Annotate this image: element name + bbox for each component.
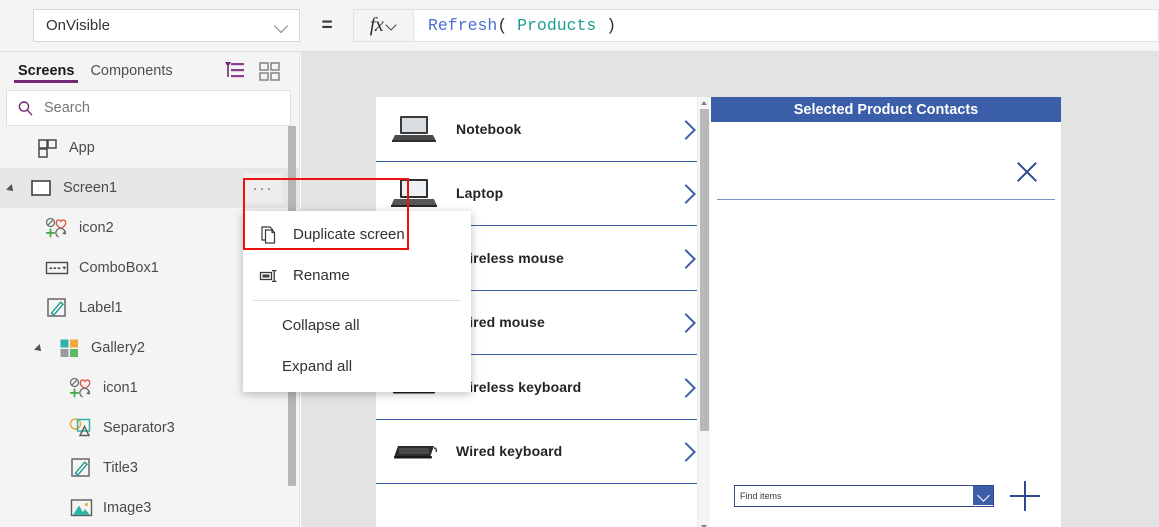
- menu-item-expand-all[interactable]: Expand all: [243, 346, 471, 387]
- chevron-down-icon: [386, 20, 397, 31]
- chevron-right-icon[interactable]: [678, 121, 694, 137]
- twisty-placeholder: [20, 141, 34, 155]
- tree-item-label: Separator3: [103, 420, 175, 436]
- keyboard-photo: [388, 431, 440, 471]
- tree-item-label: Title3: [103, 460, 138, 476]
- rename-icon: [259, 266, 279, 286]
- tab-components-label: Components: [90, 63, 173, 79]
- shapes-icon: [68, 417, 94, 439]
- form-body: Find items: [711, 122, 1061, 527]
- screen-context-menu-button[interactable]: ···: [244, 173, 282, 203]
- gallery-item-title: Wired keyboard: [456, 443, 563, 460]
- form-divider: [717, 199, 1055, 200]
- twisty-expanded-icon[interactable]: [6, 181, 20, 195]
- form-title: Selected Product Contacts: [793, 101, 979, 118]
- combobox-icon: [44, 257, 70, 279]
- gallery-item[interactable]: Wired keyboard: [376, 419, 710, 484]
- tab-screens[interactable]: Screens: [10, 52, 82, 90]
- scroll-up-arrow-icon[interactable]: [701, 100, 708, 107]
- find-items-placeholder: Find items: [740, 491, 782, 501]
- image-icon: [68, 497, 94, 519]
- chevron-right-icon[interactable]: [678, 379, 694, 395]
- menu-item-label: Collapse all: [282, 317, 360, 334]
- menu-item-label: Rename: [293, 267, 350, 284]
- tree-item-label: icon2: [79, 220, 114, 236]
- formula-token-function: Refresh: [428, 16, 498, 35]
- gallery-item-title: Wireless keyboard: [456, 378, 582, 395]
- tree-item-label: ComboBox1: [79, 260, 159, 276]
- formula-token-punct-close: ): [596, 16, 617, 35]
- search-icon: [18, 100, 33, 116]
- tree-item-label: Gallery2: [91, 340, 145, 356]
- search-box[interactable]: [6, 90, 291, 126]
- laptop-photo: [388, 109, 440, 149]
- formula-token-punct-open: (: [497, 16, 518, 35]
- formula-input[interactable]: Refresh( Products ): [413, 9, 1159, 42]
- tree-item-label: Label1: [79, 300, 123, 316]
- app-screen-surface: Notebook Laptop Wireless mouse Wired mou…: [376, 97, 1061, 527]
- tree-view-icon[interactable]: [221, 57, 249, 85]
- tree-item-title3[interactable]: Title3: [0, 448, 299, 488]
- equals-sign: =: [321, 14, 333, 36]
- property-dropdown-value: OnVisible: [46, 17, 110, 34]
- menu-item-label: Duplicate screen: [293, 226, 405, 243]
- icons-icon: [44, 217, 70, 239]
- find-items-combobox[interactable]: Find items: [734, 485, 994, 507]
- duplicate-icon: [259, 225, 279, 245]
- chevron-right-icon[interactable]: [678, 443, 694, 459]
- power-apps-studio: OnVisible = fx Refresh( Products ) Scree…: [0, 0, 1159, 527]
- tree-item-label: icon1: [103, 380, 138, 396]
- icons-icon: [68, 377, 94, 399]
- fx-label: fx: [369, 14, 384, 36]
- gallery-item-title: Notebook: [456, 120, 522, 137]
- label-icon: [68, 457, 94, 479]
- tree-item-label: Image3: [103, 500, 152, 516]
- menu-item-label: Expand all: [282, 358, 353, 375]
- chevron-right-icon[interactable]: [678, 185, 694, 201]
- tree-item-separator3[interactable]: Separator3: [0, 408, 299, 448]
- label-icon: [44, 297, 70, 319]
- app-icon: [34, 137, 60, 159]
- form-control: Selected Product Contacts Find items: [711, 97, 1061, 527]
- property-dropdown[interactable]: OnVisible: [33, 9, 300, 42]
- twisty-expanded-icon[interactable]: [34, 341, 48, 355]
- plus-icon[interactable]: [1010, 481, 1040, 511]
- gallery-icon: [56, 337, 82, 359]
- sidebar-tabs: Screens Components: [0, 52, 299, 90]
- fx-button[interactable]: fx: [353, 9, 413, 42]
- tree-item-label: Screen1: [63, 180, 118, 196]
- gallery-item-title: Wireless mouse: [456, 249, 564, 266]
- gallery-item-title: Laptop: [456, 185, 504, 202]
- screen-context-menu: Duplicate screen Rename Collapse all Exp…: [243, 211, 471, 392]
- tab-screens-label: Screens: [18, 63, 75, 79]
- menu-separator: [253, 300, 461, 301]
- gallery-scrollbar[interactable]: [697, 97, 710, 527]
- gallery-scrollbar-thumb[interactable]: [700, 109, 709, 431]
- chevron-down-icon[interactable]: [973, 486, 993, 506]
- chevron-right-icon[interactable]: [678, 314, 694, 330]
- chevron-right-icon[interactable]: [678, 250, 694, 266]
- tree-item-image3[interactable]: Image3: [0, 488, 299, 527]
- search-input[interactable]: [44, 100, 290, 116]
- tree-item-label: App: [69, 140, 95, 156]
- menu-item-duplicate-screen[interactable]: Duplicate screen: [243, 214, 471, 255]
- form-footer: Find items: [711, 481, 1061, 511]
- screen-icon: [28, 177, 54, 199]
- close-icon[interactable]: [1014, 159, 1040, 185]
- thumbnail-view-icon[interactable]: [255, 57, 283, 85]
- formula-token-table: Products: [517, 16, 597, 35]
- tree-item-screen1[interactable]: Screen1 ···: [0, 168, 299, 208]
- tab-components[interactable]: Components: [82, 52, 180, 90]
- form-title-bar: Selected Product Contacts: [711, 97, 1061, 122]
- chevron-down-icon: [275, 19, 289, 33]
- gallery-item[interactable]: Notebook: [376, 97, 710, 162]
- formula-bar: OnVisible = fx Refresh( Products ): [0, 0, 1159, 52]
- menu-item-collapse-all[interactable]: Collapse all: [243, 305, 471, 346]
- menu-item-rename[interactable]: Rename: [243, 255, 471, 296]
- laptop-photo: [388, 173, 440, 213]
- tree-item-app[interactable]: App: [0, 128, 299, 168]
